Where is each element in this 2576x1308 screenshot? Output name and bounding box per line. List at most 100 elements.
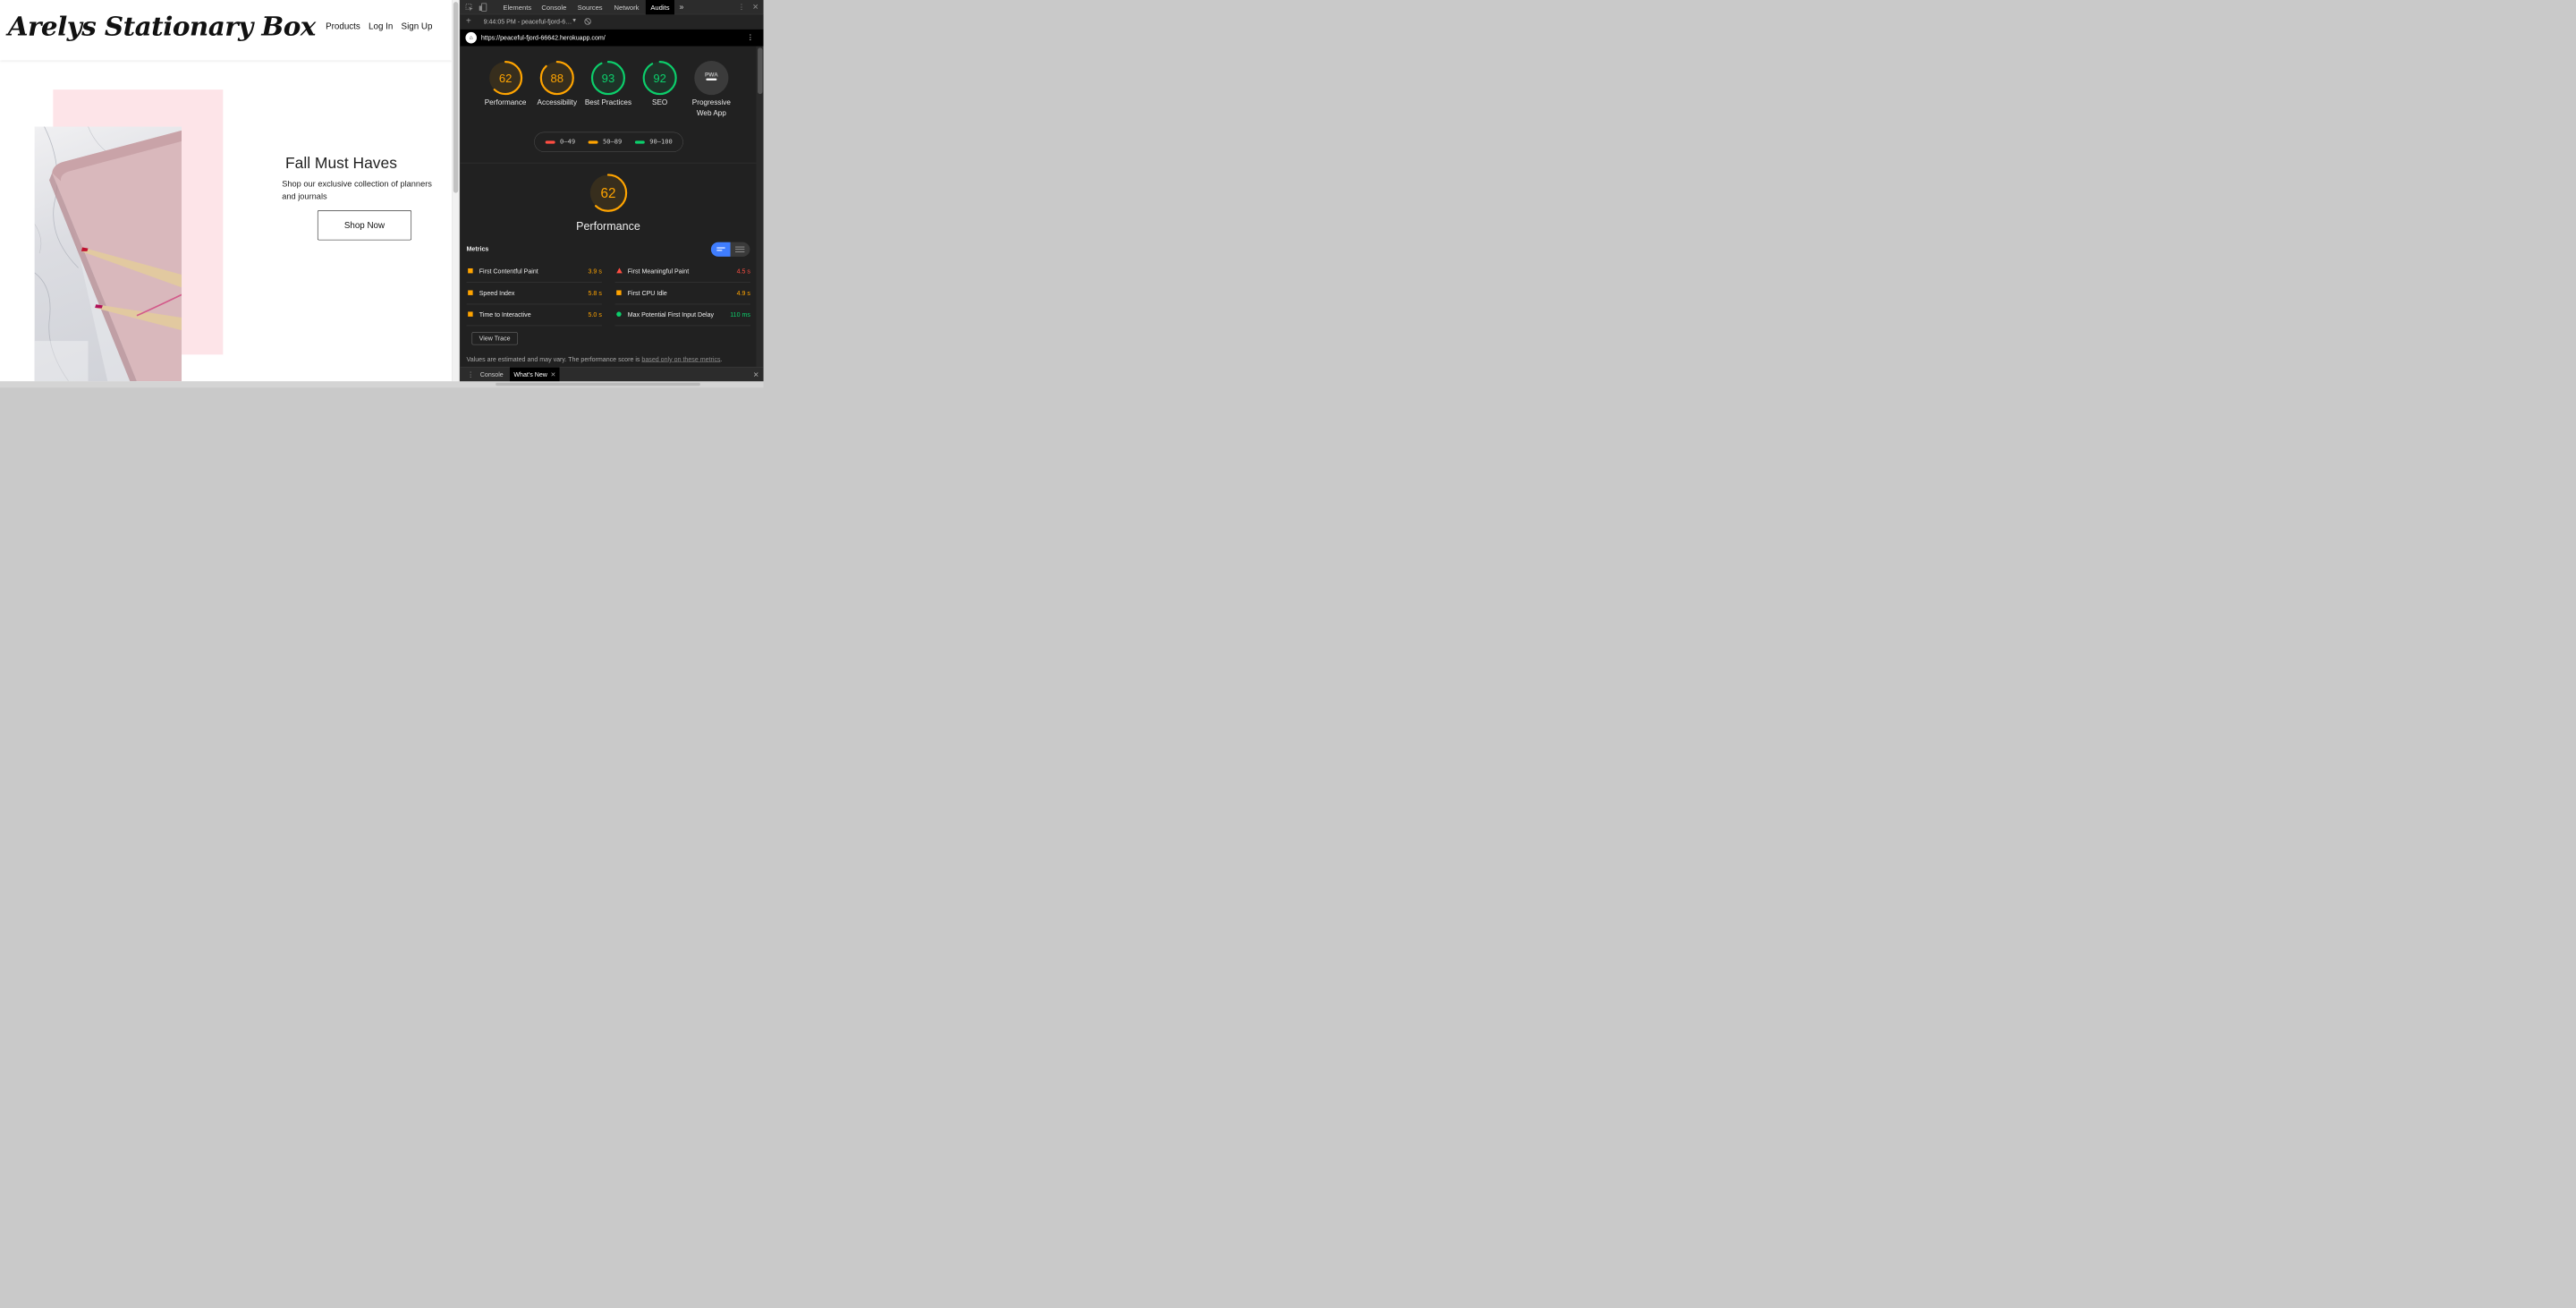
close-devtools-icon[interactable]: ✕	[752, 0, 758, 14]
metric-name: Max Potential First Input Delay	[627, 310, 715, 319]
metric-name: First Meaningful Paint	[627, 267, 690, 276]
hero-subtitle: Shop our exclusive collection of planner…	[282, 179, 432, 201]
metric-row: Speed Index 5.8 s	[466, 283, 602, 304]
pwa-dash	[706, 78, 717, 81]
view-trace-button[interactable]: View Trace	[471, 332, 518, 345]
disclaimer-text: Values are estimated and may vary. The p…	[466, 355, 642, 363]
audits-toolbar: + 9:44:05 PM - peaceful-fjord-6… ▼	[460, 14, 764, 30]
legend-range-fail: 0–49	[560, 138, 576, 146]
tab-sources[interactable]: Sources	[572, 0, 607, 14]
metric-row: Time to Interactive 5.0 s	[466, 304, 602, 327]
metric-fail-icon	[616, 268, 623, 274]
metric-name: First CPU Idle	[627, 289, 667, 297]
metrics-heading: Metrics	[466, 244, 489, 252]
nav-links: Products Log In Sign Up	[326, 21, 432, 31]
drawer-tab-whats-new[interactable]: What's New ✕	[509, 367, 560, 382]
performance-gauge-score: 62	[600, 186, 615, 201]
devtools-panel: Elements Console Sources Network Audits …	[459, 0, 764, 382]
metric-average-icon	[468, 290, 473, 295]
legend-range-average: 50–89	[602, 138, 623, 146]
tab-elements[interactable]: Elements	[498, 0, 537, 14]
legend-range-pass: 90–100	[649, 138, 673, 146]
section-divider	[460, 162, 757, 164]
gauge-label: Performance	[484, 98, 527, 107]
metric-row: First Contentful Paint 3.9 s	[466, 261, 602, 283]
category-gauge[interactable]: PWA Progressive Web App	[684, 61, 738, 119]
metric-name: Time to Interactive	[479, 310, 531, 319]
gauge-score: 62	[499, 72, 513, 85]
legend-swatch-average	[588, 140, 598, 144]
category-gauge[interactable]: 62 Performance	[479, 61, 532, 108]
page-scrollbar-thumb[interactable]	[453, 2, 459, 193]
drawer-menu-icon[interactable]: ⋮	[467, 370, 474, 378]
nav-login-link[interactable]: Log In	[369, 21, 393, 31]
legend-item: 90–100	[634, 138, 673, 146]
devtools-drawer: ⋮ Console What's New ✕ ✕	[460, 366, 764, 382]
score-gauge-ring: 93	[590, 61, 626, 96]
horizontal-scrollbar[interactable]	[496, 382, 700, 386]
gauge-score: 92	[653, 72, 666, 85]
nav-signup-link[interactable]: Sign Up	[402, 21, 433, 31]
metric-row: First Meaningful Paint 4.5 s	[614, 261, 750, 283]
metric-value: 110 ms	[730, 310, 750, 319]
metric-value: 3.9 s	[588, 267, 602, 276]
gauge-label: SEO	[652, 98, 668, 107]
clear-audits-icon[interactable]	[584, 18, 592, 27]
hero-notebook-photo	[34, 126, 182, 382]
lighthouse-report: 62 Performance 88 Accessibility 93 Best Pract…	[460, 46, 757, 367]
category-gauge[interactable]: 92 SEO	[633, 61, 687, 108]
more-tabs-icon[interactable]: »	[679, 0, 683, 14]
drawer-tab-label: What's New	[513, 370, 547, 378]
chevron-down-icon[interactable]: ▼	[572, 18, 577, 24]
compact-view-button[interactable]	[710, 242, 731, 257]
drawer-tab-console[interactable]: Console	[476, 367, 507, 381]
disclaimer-end: .	[720, 355, 723, 363]
performance-gauge: 62	[589, 174, 628, 212]
tab-console[interactable]: Console	[537, 0, 572, 14]
audit-run-select[interactable]: 9:44:05 PM - peaceful-fjord-6…	[484, 18, 572, 25]
report-scrollbar-thumb[interactable]	[758, 47, 763, 95]
metric-value: 5.0 s	[588, 310, 602, 319]
tab-audits[interactable]: Audits	[645, 0, 674, 15]
lighthouse-icon: ⌂	[465, 31, 477, 44]
metrics-disclaimer: Values are estimated and may vary. The p…	[467, 355, 754, 362]
report-url[interactable]: https://peaceful-fjord-66642.herokuapp.c…	[481, 34, 606, 41]
expanded-view-button[interactable]	[731, 242, 750, 257]
customize-menu-icon[interactable]: ⋮	[738, 0, 746, 14]
legend-swatch-pass	[634, 140, 645, 144]
shop-now-button[interactable]: Shop Now	[317, 210, 412, 241]
metrics-doc-link[interactable]: based only on these metrics	[641, 355, 720, 362]
metric-average-icon	[468, 268, 473, 274]
metric-name: First Contentful Paint	[479, 267, 538, 276]
legend-swatch-fail	[545, 140, 555, 144]
brand-logo[interactable]: Arelys Stationary Box	[8, 11, 317, 42]
hero-title: Fall Must Haves	[285, 154, 397, 172]
gauge-label: Best Practices	[584, 98, 632, 107]
metrics-view-toggle[interactable]	[710, 242, 750, 257]
pwa-badge-text: PWA	[705, 72, 718, 78]
new-audit-icon[interactable]: +	[466, 16, 471, 26]
category-gauge[interactable]: 93 Best Practices	[581, 61, 635, 108]
nav-products-link[interactable]: Products	[326, 21, 360, 31]
report-menu-icon[interactable]: ⋮	[747, 32, 755, 42]
score-legend: 0–49 50–89 90–100	[534, 132, 683, 152]
legend-item: 50–89	[588, 138, 623, 146]
close-drawer-icon[interactable]: ✕	[753, 370, 759, 378]
metric-row: Max Potential First Input Delay 110 ms	[614, 304, 750, 327]
performance-section-title: Performance	[576, 219, 640, 233]
gauge-label: Progressive Web App	[691, 98, 731, 118]
website-viewport: Arelys Stationary Box Products Log In Si…	[0, 0, 460, 382]
metric-value: 5.8 s	[588, 289, 602, 297]
gauge-score: 88	[551, 72, 564, 85]
score-gauge-ring: 88	[539, 61, 574, 96]
gauge-label: Accessibility	[537, 98, 578, 107]
report-scrollbar-track[interactable]	[756, 46, 764, 367]
category-gauge[interactable]: 88 Accessibility	[530, 61, 584, 108]
score-gauge-ring: 92	[642, 61, 677, 96]
tab-network[interactable]: Network	[609, 0, 644, 14]
legend-item: 0–49	[545, 138, 576, 146]
close-tab-icon[interactable]: ✕	[550, 370, 555, 378]
metric-pass-icon	[616, 311, 622, 317]
devtools-tabbar: Elements Console Sources Network Audits …	[460, 0, 764, 15]
metric-average-icon	[616, 290, 622, 295]
